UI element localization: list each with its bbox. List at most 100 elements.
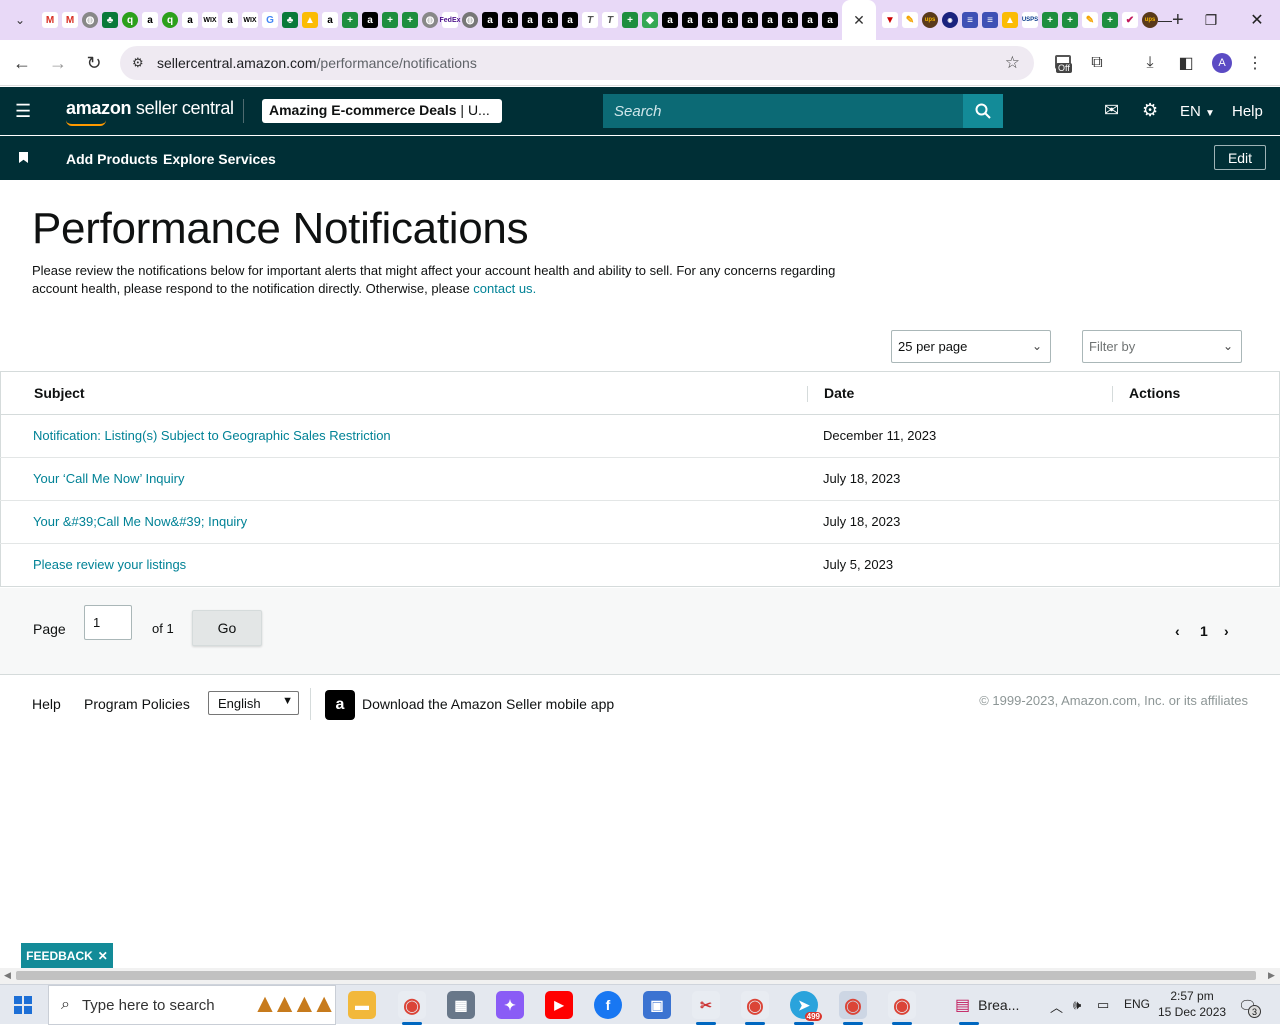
globe-tab-icon[interactable]: ◍: [462, 12, 478, 28]
input-language[interactable]: ENG: [1124, 997, 1150, 1011]
quickbooks-tab-icon[interactable]: q: [162, 12, 178, 28]
google-tab-icon[interactable]: G: [262, 12, 278, 28]
amazon-tab-icon[interactable]: a: [142, 12, 158, 28]
check-tab-icon[interactable]: ✔: [1122, 12, 1138, 28]
notification-subject-link[interactable]: Your ‘Call Me Now’ Inquiry: [33, 471, 185, 486]
header-date[interactable]: Date: [824, 385, 854, 401]
header-subject[interactable]: Subject: [34, 385, 85, 401]
amazon-tab-icon[interactable]: a: [822, 12, 838, 28]
text-tab-icon[interactable]: T: [602, 12, 618, 28]
amazon-tab-icon[interactable]: a: [222, 12, 238, 28]
pen-tab-icon[interactable]: ✎: [902, 12, 918, 28]
clover-tab-icon[interactable]: ♣: [102, 12, 118, 28]
snipping-tool-icon[interactable]: ✂: [692, 991, 720, 1025]
drive-tab-icon[interactable]: ▲: [302, 12, 318, 28]
amazon-tab-icon[interactable]: a: [522, 12, 538, 28]
plus-tab-icon[interactable]: +: [382, 12, 398, 28]
amazon-tab-icon[interactable]: a: [182, 12, 198, 28]
nav-explore-services[interactable]: Explore Services: [163, 151, 276, 167]
side-panel-icon[interactable]: ◧: [1175, 52, 1197, 74]
bookmark-star-icon[interactable]: ☆: [1005, 53, 1020, 73]
taskbar-search[interactable]: ⌕ Type here to search ▲▲▲▲: [48, 985, 337, 1025]
plus-tab-icon[interactable]: +: [402, 12, 418, 28]
chrome-profile-icon[interactable]: ◉: [398, 991, 426, 1025]
taskbar-clock[interactable]: 2:57 pm 15 Dec 2023: [1158, 988, 1226, 1020]
amazon-tab-icon[interactable]: a: [782, 12, 798, 28]
feedback-tab[interactable]: FEEDBACK ✕: [21, 943, 113, 968]
notification-subject-link[interactable]: Please review your listings: [33, 557, 186, 572]
gmail-tab-icon[interactable]: M: [42, 12, 58, 28]
amazon-tab-icon[interactable]: a: [662, 12, 678, 28]
copilot-icon[interactable]: ✦: [496, 991, 524, 1019]
nav-add-products[interactable]: Add Products: [66, 151, 158, 167]
seller-central-logo[interactable]: amazon seller central: [66, 98, 234, 126]
plus-tab-icon[interactable]: +: [1102, 12, 1118, 28]
ups-tab-icon[interactable]: ups: [922, 12, 938, 28]
list-tab-icon[interactable]: ≡: [982, 12, 998, 28]
scrollbar-thumb[interactable]: [16, 971, 1256, 980]
bookmark-icon[interactable]: [19, 152, 28, 163]
amazon-tab-icon[interactable]: a: [322, 12, 338, 28]
active-tab[interactable]: ✕: [842, 0, 876, 40]
quickbooks-tab-icon[interactable]: q: [122, 12, 138, 28]
globe-tab-icon[interactable]: ◍: [422, 12, 438, 28]
tab-search-dropdown[interactable]: ⌄: [8, 8, 32, 32]
contact-us-link[interactable]: contact us: [473, 281, 532, 296]
wix-tab-icon[interactable]: WIX: [242, 12, 258, 28]
url-text[interactable]: sellercentral.amazon.com/performance/not…: [157, 55, 477, 71]
page-number-input[interactable]: 1: [84, 605, 132, 640]
amazon-tab-icon[interactable]: a: [742, 12, 758, 28]
per-page-select[interactable]: 25 per page ⌄: [891, 330, 1051, 363]
reload-icon[interactable]: ↻: [82, 51, 106, 75]
search-input[interactable]: Search: [603, 94, 963, 128]
download-icon[interactable]: ⤓: [1139, 52, 1161, 74]
calculator-icon[interactable]: ▦: [447, 991, 475, 1019]
close-tab-icon[interactable]: ✕: [853, 12, 865, 29]
gmail-tab-icon[interactable]: M: [62, 12, 78, 28]
help-link[interactable]: Help: [1232, 103, 1263, 120]
text-tab-icon[interactable]: T: [582, 12, 598, 28]
plus-tab-icon[interactable]: +: [342, 12, 358, 28]
amazon-seller-app-icon[interactable]: a: [325, 690, 355, 720]
amazon-tab-icon[interactable]: a: [682, 12, 698, 28]
amazon-tab-icon[interactable]: a: [502, 12, 518, 28]
plus-tab-icon[interactable]: +: [622, 12, 638, 28]
flag-tab-icon[interactable]: ▼: [882, 12, 898, 28]
site-info-icon[interactable]: ⚙: [132, 55, 152, 71]
store-icon[interactable]: ▣: [643, 991, 671, 1019]
amazon-tab-icon[interactable]: a: [722, 12, 738, 28]
back-icon[interactable]: ←: [10, 51, 34, 75]
filter-by-select[interactable]: Filter by ⌄: [1082, 330, 1242, 363]
browser-menu-icon[interactable]: ⋮: [1244, 52, 1266, 74]
news-window-button[interactable]: ▤ Brea...: [955, 991, 1025, 1025]
horizontal-scrollbar[interactable]: ◀ ▶: [0, 968, 1280, 984]
footer-help-link[interactable]: Help: [32, 696, 61, 712]
close-icon[interactable]: ✕: [98, 949, 108, 963]
amazon-tab-icon[interactable]: a: [362, 12, 378, 28]
search-button[interactable]: [963, 94, 1003, 128]
wix-tab-icon[interactable]: WIX: [202, 12, 218, 28]
notification-subject-link[interactable]: Your &#39;Call Me Now&#39; Inquiry: [33, 514, 247, 529]
chrome-active-icon[interactable]: ◉: [839, 991, 867, 1025]
plus-tab-icon[interactable]: +: [1042, 12, 1058, 28]
go-button[interactable]: Go: [192, 610, 262, 646]
restore-icon[interactable]: ❐: [1188, 0, 1234, 40]
scroll-left-icon[interactable]: ◀: [4, 970, 11, 981]
plus-tab-icon[interactable]: +: [1062, 12, 1078, 28]
amazon-tab-icon[interactable]: a: [802, 12, 818, 28]
settings-gear-icon[interactable]: ⚙: [1142, 100, 1158, 121]
chevron-right-icon[interactable]: ›: [1224, 623, 1229, 639]
notification-subject-link[interactable]: Notification: Listing(s) Subject to Geog…: [33, 428, 391, 443]
usps-tab-icon[interactable]: USPS: [1022, 12, 1038, 28]
chrome-profile-c-icon[interactable]: ◉: [888, 991, 916, 1025]
forward-icon[interactable]: →: [46, 51, 70, 75]
edit-nav-button[interactable]: Edit: [1214, 145, 1266, 170]
amazon-tab-icon[interactable]: a: [562, 12, 578, 28]
globe-tab-icon[interactable]: ◍: [82, 12, 98, 28]
chrome-icon[interactable]: ◉: [741, 991, 769, 1025]
profile-avatar[interactable]: A: [1212, 53, 1232, 73]
minimize-icon[interactable]: —: [1142, 0, 1188, 40]
file-explorer-icon[interactable]: ▬: [348, 991, 376, 1019]
amazon-tab-icon[interactable]: a: [702, 12, 718, 28]
list-tab-icon[interactable]: ≡: [962, 12, 978, 28]
